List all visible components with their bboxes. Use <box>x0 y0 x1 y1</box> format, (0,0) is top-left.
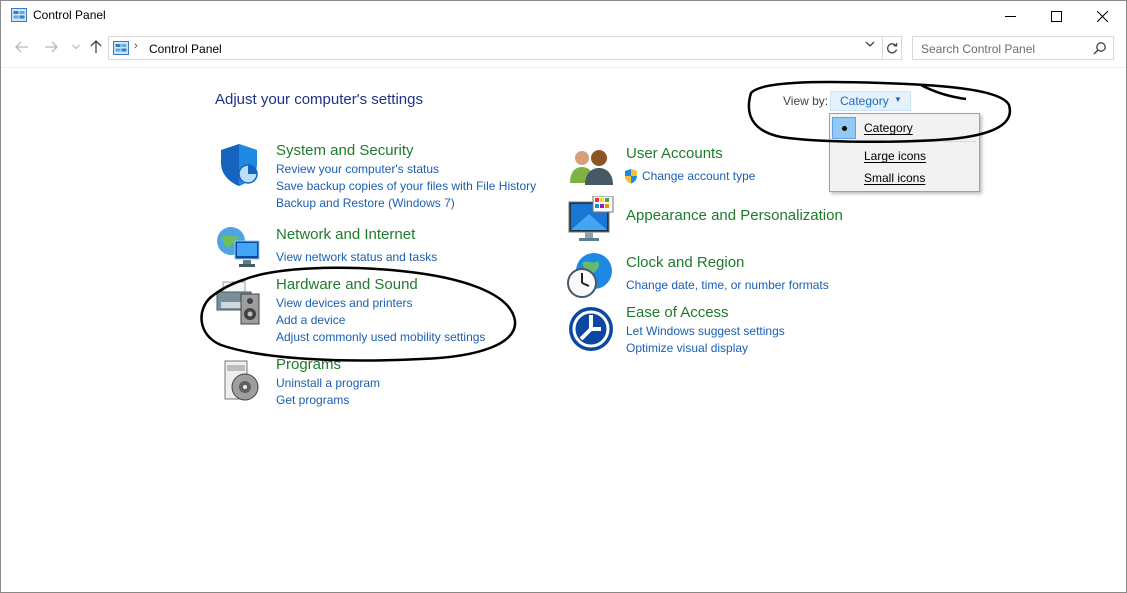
view-by-menu: Category Large icons Small icons <box>829 113 980 192</box>
menu-item-category[interactable]: Category <box>832 117 977 139</box>
link-windows-suggest-settings[interactable]: Let Windows suggest settings <box>626 324 785 338</box>
link-optimize-visual-display[interactable]: Optimize visual display <box>626 341 748 355</box>
forward-button[interactable] <box>41 37 61 57</box>
category-network-and-internet[interactable]: Network and Internet <box>276 226 415 243</box>
address-dropdown-button[interactable] <box>865 40 875 51</box>
uac-shield-icon <box>625 169 637 184</box>
close-icon <box>1096 10 1108 22</box>
category-clock-and-region[interactable]: Clock and Region <box>626 254 744 271</box>
search-input[interactable]: Search Control Panel <box>921 42 1035 56</box>
control-panel-icon <box>113 41 129 55</box>
navigation-bar: › Control Panel Search Control Panel <box>1 33 1126 63</box>
title-bar: Control Panel <box>1 1 1126 31</box>
close-button[interactable] <box>1079 1 1125 31</box>
arrow-up-icon <box>90 40 102 53</box>
users-icon[interactable] <box>567 141 615 189</box>
maximize-icon <box>1050 10 1062 22</box>
search-box[interactable]: Search Control Panel <box>912 36 1114 60</box>
link-file-history[interactable]: Save backup copies of your files with Fi… <box>276 179 536 193</box>
globe-network-icon[interactable] <box>215 223 263 271</box>
view-by-label: View by: <box>783 94 829 108</box>
arrow-left-icon <box>15 41 28 53</box>
annotation-overlay <box>200 80 1012 362</box>
search-icon[interactable] <box>1093 41 1107 55</box>
menu-item-label: Category <box>864 121 913 135</box>
minimize-button[interactable] <box>987 1 1033 31</box>
category-hardware-and-sound[interactable]: Hardware and Sound <box>276 276 418 293</box>
page-title: Adjust your computer's settings <box>215 91 423 108</box>
link-network-status[interactable]: View network status and tasks <box>276 250 437 264</box>
monitor-palette-icon[interactable] <box>567 196 615 244</box>
link-change-account-type[interactable]: Change account type <box>642 169 755 183</box>
arrow-right-icon <box>45 41 58 53</box>
control-panel-icon <box>11 8 27 22</box>
ease-of-access-icon[interactable] <box>567 305 615 353</box>
link-get-programs[interactable]: Get programs <box>276 393 349 407</box>
link-uninstall-program[interactable]: Uninstall a program <box>276 376 380 390</box>
address-bar[interactable]: › Control Panel <box>108 36 883 60</box>
selected-bullet-icon <box>832 117 856 139</box>
link-date-time-formats[interactable]: Change date, time, or number formats <box>626 278 829 292</box>
link-mobility-settings[interactable]: Adjust commonly used mobility settings <box>276 330 485 344</box>
chevron-down-icon <box>865 41 875 47</box>
clock-globe-icon[interactable] <box>566 251 614 299</box>
menu-separator <box>860 141 976 142</box>
refresh-icon <box>886 43 897 54</box>
category-ease-of-access[interactable]: Ease of Access <box>626 304 729 321</box>
printer-speaker-icon[interactable] <box>215 278 263 326</box>
view-by-value: Category <box>840 94 889 108</box>
control-panel-window: Control Panel › Control Panel Search Con… <box>0 0 1127 593</box>
category-programs[interactable]: Programs <box>276 356 341 373</box>
minimize-icon <box>1004 15 1016 17</box>
link-backup-restore[interactable]: Backup and Restore (Windows 7) <box>276 196 455 210</box>
window-title: Control Panel <box>33 8 106 22</box>
category-system-and-security[interactable]: System and Security <box>276 142 414 159</box>
maximize-button[interactable] <box>1033 1 1079 31</box>
recent-locations-button[interactable] <box>66 37 86 57</box>
up-button[interactable] <box>86 37 106 57</box>
toolbar-divider <box>1 67 1126 68</box>
back-button[interactable] <box>12 37 32 57</box>
chevron-right-icon[interactable]: › <box>134 40 138 52</box>
shield-icon[interactable] <box>215 141 263 189</box>
menu-item-small-icons[interactable]: Small icons <box>832 167 977 189</box>
menu-item-label: Small icons <box>864 171 926 185</box>
menu-item-large-icons[interactable]: Large icons <box>832 145 977 167</box>
link-add-device[interactable]: Add a device <box>276 313 345 327</box>
menu-item-label: Large icons <box>864 149 927 163</box>
chevron-down-icon <box>72 44 80 50</box>
link-review-status[interactable]: Review your computer's status <box>276 162 439 176</box>
category-user-accounts[interactable]: User Accounts <box>626 145 723 162</box>
breadcrumb-control-panel[interactable]: Control Panel <box>149 42 222 56</box>
refresh-button[interactable] <box>882 36 902 60</box>
chevron-down-icon: ▼ <box>894 95 902 104</box>
category-appearance-personalization[interactable]: Appearance and Personalization <box>626 207 843 224</box>
link-devices-printers[interactable]: View devices and printers <box>276 296 413 310</box>
view-by-dropdown[interactable]: Category ▼ <box>830 91 911 111</box>
programs-disc-icon[interactable] <box>217 357 265 405</box>
